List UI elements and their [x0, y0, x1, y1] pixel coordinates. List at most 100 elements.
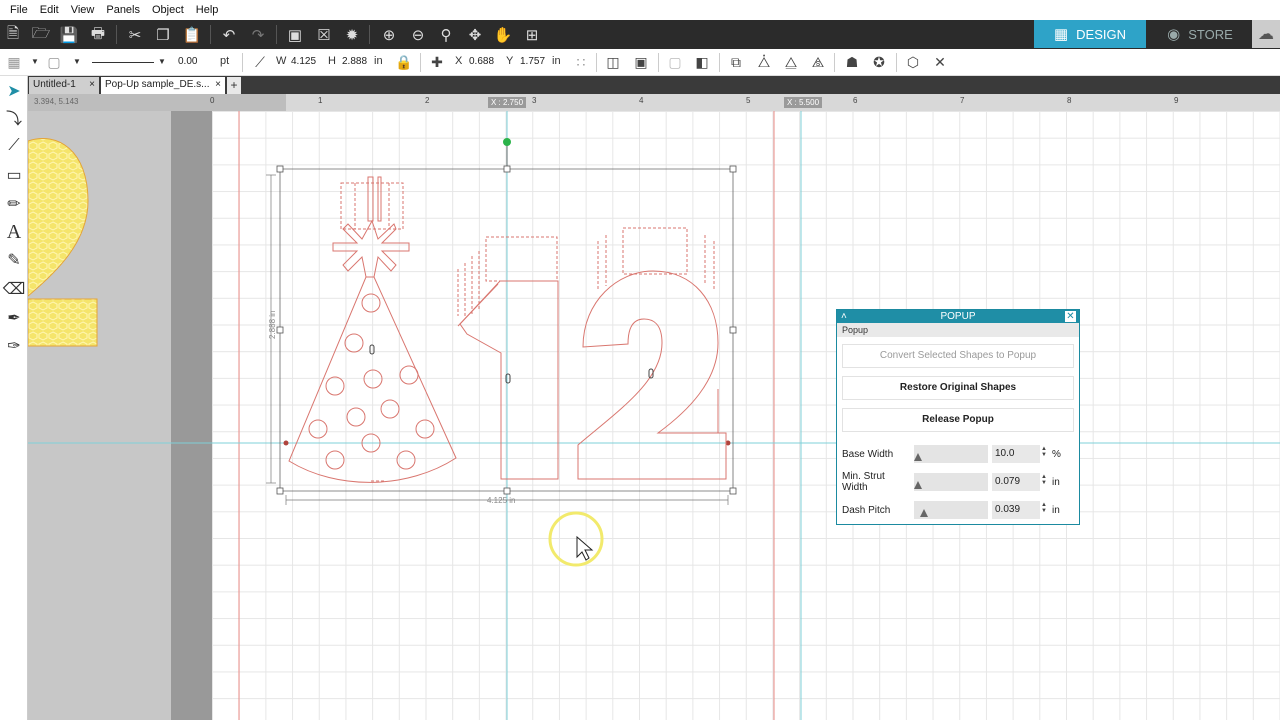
- menu-file[interactable]: File: [4, 4, 34, 16]
- select-arrow-icon[interactable]: ➤: [3, 80, 25, 102]
- copy-icon[interactable]: ❐: [152, 24, 174, 46]
- menu-edit[interactable]: Edit: [34, 4, 65, 16]
- close-tab-icon[interactable]: ×: [89, 77, 95, 93]
- line-style-dropdown-icon[interactable]: ▼: [158, 57, 166, 66]
- fit-page-icon[interactable]: ⊞: [521, 24, 543, 46]
- close-icon[interactable]: ✕: [1065, 311, 1076, 322]
- line-weight-input[interactable]: 0.00: [176, 54, 212, 70]
- popup-panel-header: ˄ POPUP ✕: [837, 310, 1079, 323]
- width-dimension-label: 4.125 in: [487, 496, 515, 505]
- spin-arrows-icon[interactable]: ▲ ▼: [1041, 446, 1047, 458]
- menu-object[interactable]: Object: [146, 4, 190, 16]
- pencil-icon[interactable]: ✏: [3, 193, 25, 215]
- spin-arrows-icon[interactable]: ▲ ▼: [1041, 502, 1047, 514]
- base-width-input[interactable]: 10.0: [992, 445, 1040, 463]
- tab-popup-sample[interactable]: Pop-Up sample_DE.s... ×: [101, 77, 225, 94]
- dash-pitch-input[interactable]: 0.039: [992, 501, 1040, 519]
- slider-thumb[interactable]: [914, 453, 922, 461]
- pan-hand-icon[interactable]: ✋: [492, 24, 514, 46]
- offpage-yellow-two[interactable]: [28, 138, 98, 347]
- knife-icon[interactable]: ✒: [3, 307, 25, 329]
- slider-thumb[interactable]: [920, 509, 928, 517]
- fill-dropdown-icon[interactable]: ▼: [31, 57, 39, 66]
- close-tab-icon[interactable]: ×: [215, 77, 221, 93]
- group-icon[interactable]: ▣: [284, 24, 306, 46]
- width-input[interactable]: 4.125: [289, 54, 323, 70]
- y-input[interactable]: 1.757: [518, 54, 550, 70]
- popup-panel-title: POPUP: [940, 311, 976, 322]
- paste-icon[interactable]: 📋: [181, 24, 203, 46]
- transform-icon[interactable]: ◧: [692, 52, 712, 72]
- number-two-shape[interactable]: [577, 227, 727, 480]
- line-tool-icon[interactable]: ⟋: [250, 52, 270, 72]
- eyedropper-icon[interactable]: ✑: [3, 335, 25, 357]
- height-input[interactable]: 2.888: [340, 54, 374, 70]
- edit-points-icon[interactable]: ⤵: [3, 106, 25, 128]
- collapse-chevron-icon[interactable]: ˄: [841, 310, 847, 323]
- tab-design[interactable]: ▦ DESIGN: [1034, 20, 1146, 48]
- align-center-icon[interactable]: ◫: [603, 52, 623, 72]
- open-folder-icon[interactable]: 🗁: [30, 24, 52, 46]
- design-canvas[interactable]: 2.888 in 4.125 in: [28, 111, 1280, 720]
- zoom-out-icon[interactable]: ⊖: [407, 24, 429, 46]
- rectangle-icon[interactable]: ▭: [3, 164, 25, 186]
- menu-view[interactable]: View: [65, 4, 101, 16]
- line-color-icon[interactable]: ▢: [44, 52, 64, 72]
- close-x-icon[interactable]: ✕: [930, 52, 950, 72]
- redo-icon[interactable]: ↷: [247, 24, 269, 46]
- new-file-icon[interactable]: 🗎: [2, 24, 24, 46]
- compound-icon[interactable]: ✹: [341, 24, 363, 46]
- base-width-slider[interactable]: [914, 445, 988, 463]
- party-hat-shape[interactable]: [288, 176, 457, 483]
- undo-icon[interactable]: ↶: [218, 24, 240, 46]
- ruler-tick: 9: [1174, 96, 1179, 105]
- ungroup-icon[interactable]: ☒: [313, 24, 335, 46]
- cut-icon[interactable]: ✂: [124, 24, 146, 46]
- line-weight-unit: pt: [220, 55, 230, 67]
- print-icon[interactable]: 🖶: [87, 24, 109, 46]
- move-arrows-icon[interactable]: ✥: [464, 24, 486, 46]
- restore-original-button[interactable]: Restore Original Shapes: [842, 376, 1074, 400]
- menu-panels[interactable]: Panels: [100, 4, 146, 16]
- star-icon[interactable]: ✪: [869, 52, 889, 72]
- popup-3d-icon[interactable]: ⬡: [903, 52, 923, 72]
- dash-pitch-slider[interactable]: [914, 501, 988, 519]
- ruler-marker: X : 2.750: [488, 97, 527, 108]
- canvas-artwork: 2.888 in 4.125 in: [28, 111, 1280, 720]
- tab-untitled-1[interactable]: Untitled-1 ×: [29, 77, 99, 94]
- add-tab-button[interactable]: +: [227, 77, 241, 94]
- width-label: W: [276, 55, 287, 67]
- lock-aspect-icon[interactable]: 🔒: [394, 52, 414, 72]
- crop-icon[interactable]: ⧌: [808, 52, 828, 72]
- line-draw-icon[interactable]: ⟋: [3, 135, 25, 157]
- zoom-in-icon[interactable]: ⊕: [378, 24, 400, 46]
- min-strut-width-input[interactable]: 0.079: [992, 473, 1040, 491]
- grid-snap-icon[interactable]: ∷: [571, 52, 591, 72]
- subtract-icon[interactable]: ⧊: [754, 52, 774, 72]
- slider-thumb[interactable]: [914, 481, 922, 489]
- eraser-icon[interactable]: ⌫: [3, 278, 26, 300]
- fill-pattern-icon[interactable]: ▦: [4, 52, 24, 72]
- convert-to-popup-button[interactable]: Convert Selected Shapes to Popup: [842, 344, 1074, 368]
- ruler-tick: 5: [746, 96, 751, 105]
- replicate-icon[interactable]: ▢: [665, 52, 685, 72]
- intersect-icon[interactable]: ⧋: [781, 52, 801, 72]
- save-icon[interactable]: 💾: [58, 24, 80, 46]
- x-input[interactable]: 0.688: [467, 54, 499, 70]
- position-move-icon[interactable]: ✚: [427, 52, 447, 72]
- menu-help[interactable]: Help: [190, 4, 225, 16]
- bucket-icon[interactable]: ☗: [842, 52, 862, 72]
- tab-store[interactable]: ◉ STORE: [1150, 20, 1250, 48]
- min-strut-width-slider[interactable]: [914, 473, 988, 491]
- rotation-handle[interactable]: [503, 138, 511, 146]
- spin-arrows-icon[interactable]: ▲ ▼: [1041, 474, 1047, 486]
- release-popup-button[interactable]: Release Popup: [842, 408, 1074, 432]
- weld-icon[interactable]: ⧉: [726, 52, 746, 72]
- cloud-icon[interactable]: ☁: [1252, 20, 1280, 48]
- line-color-dropdown-icon[interactable]: ▼: [73, 57, 81, 66]
- zoom-select-icon[interactable]: ⚲: [435, 24, 457, 46]
- center-page-icon[interactable]: ▣: [631, 52, 651, 72]
- text-icon[interactable]: A: [3, 221, 25, 243]
- line-style-preview[interactable]: [92, 62, 154, 63]
- draw-text-icon[interactable]: ✎: [3, 249, 25, 271]
